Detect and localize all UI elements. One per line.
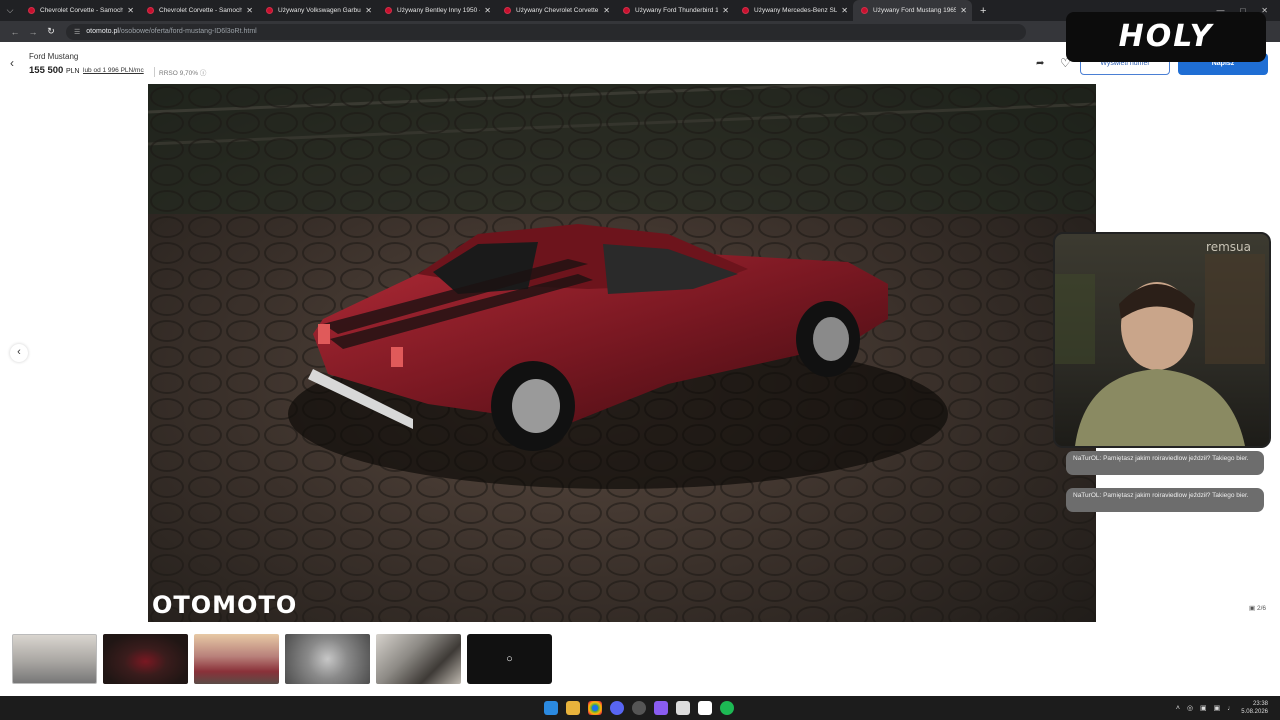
photo-counter: ▣ 2/6 [1249, 604, 1266, 612]
back-arrow-icon[interactable]: ‹ [10, 56, 14, 70]
tab-search-icon[interactable]: ⌵ [0, 0, 20, 21]
installment-link[interactable]: lub od 1 996 PLN/mc [83, 67, 144, 74]
close-icon[interactable]: ✕ [960, 6, 967, 15]
app-icon-2[interactable] [676, 701, 690, 715]
chevron-left-icon: ‹ [17, 346, 21, 358]
close-icon[interactable]: ✕ [365, 6, 372, 15]
otomoto-favicon-icon [742, 7, 749, 14]
back-icon[interactable]: ← [6, 27, 24, 37]
rrso-info: RRSO 9,70% ⓘ [154, 67, 206, 77]
tab-7[interactable]: Używany Mercedes-Benz SL 19 ✕ [734, 0, 853, 21]
windows-start-icon[interactable] [544, 701, 558, 715]
main-car-photo[interactable] [148, 84, 1096, 622]
tab-label: Używany Mercedes-Benz SL 19 [754, 7, 838, 14]
clock-date: 5.08.2026 [1241, 709, 1268, 715]
price-currency: PLN [65, 68, 80, 75]
clock[interactable]: 23:38 5.08.2026 [1241, 700, 1268, 716]
photo-counter-label: 2/6 [1256, 605, 1267, 612]
webcam-overlay: remsua [1053, 232, 1271, 448]
price-value: 155 500 [29, 65, 64, 76]
webcam-label: remsua [1206, 240, 1251, 254]
thumbnail-strip: ○ [12, 634, 552, 684]
otomoto-favicon-icon [28, 7, 35, 14]
streamer-silhouette [1055, 254, 1265, 446]
volume-icon[interactable]: ♩ [1227, 705, 1234, 712]
taskbar-apps [544, 701, 734, 715]
rrso-label: RRSO 9,70% [159, 70, 199, 77]
ford-mustang-photo [148, 84, 1096, 622]
previous-photo-button[interactable]: ‹ [10, 344, 28, 362]
close-icon[interactable]: ✕ [603, 6, 610, 15]
tab-label: Używany Ford Thunderbird 19 [635, 7, 719, 14]
thumbnail-3[interactable] [194, 634, 279, 684]
network-icon[interactable]: ▣ [1214, 704, 1221, 712]
chat-bubble-icon: ○ [506, 653, 513, 665]
clock-time: 23:38 [1252, 701, 1268, 707]
tab-label: Używany Bentley Inny 1950 - 6 [397, 7, 481, 14]
app-icon[interactable] [654, 701, 668, 715]
tab-label: Używany Volkswagen Garbus 1 [278, 7, 362, 14]
tab-5[interactable]: Używany Chevrolet Corvette 19 ✕ [496, 0, 615, 21]
monitor-icon[interactable]: ▣ [1200, 704, 1207, 712]
system-tray: ˄ ◎ ▣ ▣ ♩ 23:38 5.08.2026 [1176, 700, 1268, 716]
chat-message: NaTurOL: Pamiętasz jakim roiraviedlow je… [1066, 451, 1264, 475]
url-field[interactable]: ☰ otomoto.pl/osobowe/oferta/ford-mustang… [66, 23, 1026, 40]
share-icon[interactable]: ➦ [1036, 58, 1044, 69]
new-tab-button[interactable]: + [980, 5, 986, 17]
thumbnail-6-more[interactable]: ○ [467, 634, 552, 684]
chevron-up-icon[interactable]: ˄ [1176, 705, 1180, 712]
chrome-icon[interactable] [588, 701, 602, 715]
obs-icon[interactable] [632, 701, 646, 715]
otomoto-favicon-icon [266, 7, 273, 14]
tab-1[interactable]: Chevrolet Corvette - Samochod ✕ [20, 0, 139, 21]
info-icon[interactable]: ⓘ [200, 70, 207, 77]
close-icon[interactable]: ✕ [841, 6, 848, 15]
otomoto-favicon-icon [147, 7, 154, 14]
otomoto-favicon-icon [504, 7, 511, 14]
windows-taskbar: ˄ ◎ ▣ ▣ ♩ 23:38 5.08.2026 [0, 696, 1280, 720]
thumbnail-4[interactable] [285, 634, 370, 684]
holy-logo-overlay: HOLY [1066, 12, 1266, 62]
tab-label: Chevrolet Corvette - Samochod [40, 7, 124, 14]
notes-icon[interactable] [698, 701, 712, 715]
chat-message: NaTurOL: Pamiętasz jakim roiraviedlow je… [1066, 488, 1264, 512]
tab-label: Chevrolet Corvette - Samochod [159, 7, 243, 14]
otomoto-favicon-icon [861, 7, 868, 14]
tab-4[interactable]: Używany Bentley Inny 1950 - 6 ✕ [377, 0, 496, 21]
listing-price: 155 500 PLN [29, 65, 80, 76]
discord-icon[interactable] [610, 701, 624, 715]
otomoto-favicon-icon [623, 7, 630, 14]
tab-label: Używany Chevrolet Corvette 19 [516, 7, 600, 14]
spotify-icon[interactable] [720, 701, 734, 715]
tab-6[interactable]: Używany Ford Thunderbird 19 ✕ [615, 0, 734, 21]
close-icon[interactable]: ✕ [722, 6, 729, 15]
microphone-icon[interactable]: ◎ [1187, 704, 1193, 712]
thumbnail-5[interactable] [376, 634, 461, 684]
tab-2[interactable]: Chevrolet Corvette - Samochod ✕ [139, 0, 258, 21]
site-info-icon[interactable]: ☰ [74, 28, 80, 36]
tab-label: Używany Ford Mustang 1965 - [873, 7, 957, 14]
tab-3[interactable]: Używany Volkswagen Garbus 1 ✕ [258, 0, 377, 21]
url-host: otomoto.pl [86, 28, 119, 35]
close-icon[interactable]: ✕ [484, 6, 491, 15]
forward-icon[interactable]: → [24, 27, 42, 37]
listing-title: Ford Mustang [29, 52, 79, 61]
camera-icon: ▣ [1249, 605, 1256, 612]
reload-icon[interactable]: ↻ [42, 26, 60, 37]
url-path: /osobowe/oferta/ford-mustang-ID6l3oRt.ht… [118, 28, 257, 35]
close-icon[interactable]: ✕ [127, 6, 134, 15]
otomoto-favicon-icon [385, 7, 392, 14]
thumbnail-1[interactable] [12, 634, 97, 684]
close-icon[interactable]: ✕ [246, 6, 253, 15]
tab-8-active[interactable]: Używany Ford Mustang 1965 - ✕ [853, 0, 972, 21]
otomoto-watermark: OTOMOTO [152, 591, 298, 619]
file-explorer-icon[interactable] [566, 701, 580, 715]
thumbnail-2[interactable] [103, 634, 188, 684]
